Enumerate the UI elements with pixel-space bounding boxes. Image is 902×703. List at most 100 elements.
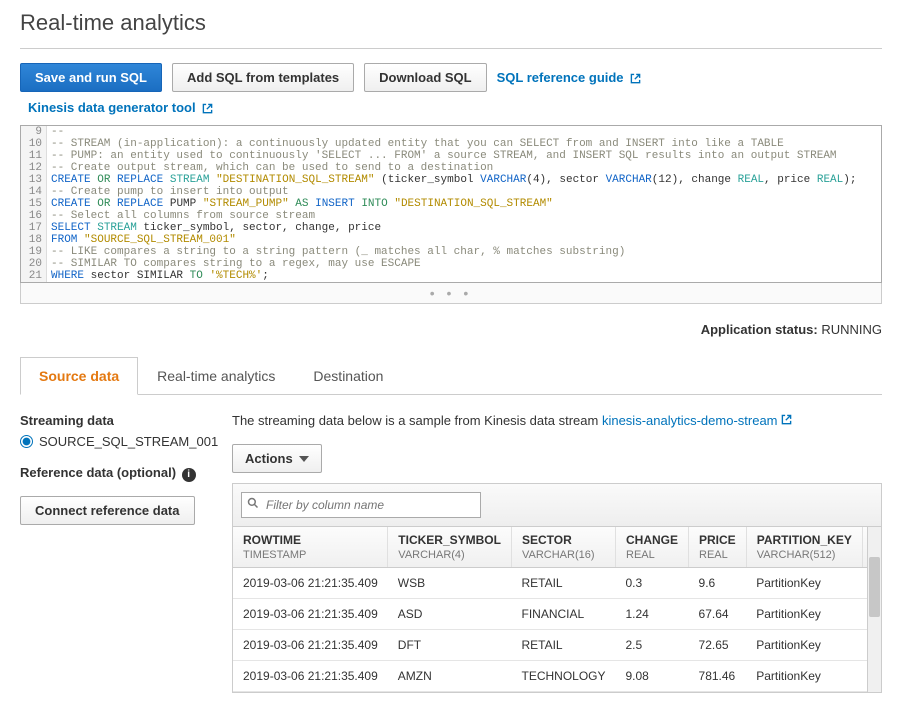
table-cell: AMZN bbox=[388, 661, 512, 692]
code-content[interactable]: -- PUMP: an entity used to continuously … bbox=[47, 150, 837, 162]
add-sql-templates-button[interactable]: Add SQL from templates bbox=[172, 63, 354, 92]
column-header[interactable]: CHANGEREAL bbox=[616, 527, 689, 568]
table-row[interactable]: 2019-03-06 21:21:35.409ASDFINANCIAL1.246… bbox=[233, 599, 881, 630]
table-cell: RETAIL bbox=[511, 568, 615, 599]
editor-line[interactable]: 17SELECT STREAM ticker_symbol, sector, c… bbox=[21, 222, 881, 234]
editor-line[interactable]: 13CREATE OR REPLACE STREAM "DESTINATION_… bbox=[21, 174, 881, 186]
demo-stream-link[interactable]: kinesis-analytics-demo-stream bbox=[602, 413, 792, 428]
table-cell: 9.08 bbox=[616, 661, 689, 692]
actions-dropdown[interactable]: Actions bbox=[232, 444, 322, 473]
table-cell: PartitionKey bbox=[746, 568, 862, 599]
column-type: VARCHAR(512) bbox=[757, 549, 836, 561]
column-type: TIMESTAMP bbox=[243, 549, 306, 561]
column-name: PARTITION_KEY bbox=[757, 533, 852, 547]
stream-radio-row[interactable]: SOURCE_SQL_STREAM_001 bbox=[20, 434, 212, 449]
code-content[interactable]: SELECT STREAM ticker_symbol, sector, cha… bbox=[47, 222, 381, 234]
column-name: SECTOR bbox=[522, 533, 605, 547]
column-type: REAL bbox=[699, 549, 728, 561]
search-icon bbox=[247, 497, 259, 512]
column-name: ROWTIME bbox=[243, 533, 377, 547]
table-cell: PartitionKey bbox=[746, 599, 862, 630]
code-content[interactable]: -- STREAM (in-application): a continuous… bbox=[47, 138, 784, 150]
filter-input[interactable] bbox=[241, 492, 481, 518]
vertical-scrollbar[interactable] bbox=[867, 527, 881, 692]
table-cell: 2.5 bbox=[616, 630, 689, 661]
table-row[interactable]: 2019-03-06 21:21:35.409DFTRETAIL2.572.65… bbox=[233, 630, 881, 661]
tab-real-time-analytics[interactable]: Real-time analytics bbox=[138, 357, 294, 394]
editor-line[interactable]: 10-- STREAM (in-application): a continuo… bbox=[21, 138, 881, 150]
line-number: 18 bbox=[21, 234, 47, 246]
status-value: RUNNING bbox=[821, 322, 882, 337]
external-link-icon bbox=[630, 73, 641, 84]
code-content[interactable]: -- Select all columns from source stream bbox=[47, 210, 315, 222]
sql-editor[interactable]: 9--10-- STREAM (in-application): a conti… bbox=[20, 125, 882, 283]
tab-source-data[interactable]: Source data bbox=[20, 357, 138, 395]
table-cell: DFT bbox=[388, 630, 512, 661]
code-content[interactable]: FROM "SOURCE_SQL_STREAM_001" bbox=[47, 234, 236, 246]
application-status: Application status: RUNNING bbox=[20, 322, 882, 337]
stream-radio[interactable] bbox=[20, 435, 33, 448]
code-content[interactable]: CREATE OR REPLACE PUMP "STREAM_PUMP" AS … bbox=[47, 198, 553, 210]
code-content[interactable]: CREATE OR REPLACE STREAM "DESTINATION_SQ… bbox=[47, 174, 856, 186]
table-cell: 9.6 bbox=[689, 568, 747, 599]
download-sql-button[interactable]: Download SQL bbox=[364, 63, 486, 92]
connect-reference-data-button[interactable]: Connect reference data bbox=[20, 496, 195, 525]
column-header[interactable]: ROWTIME TIMESTAMP bbox=[233, 527, 388, 568]
line-number: 19 bbox=[21, 246, 47, 258]
column-type: VARCHAR(16) bbox=[522, 549, 595, 561]
tab-destination[interactable]: Destination bbox=[294, 357, 402, 394]
save-run-button[interactable]: Save and run SQL bbox=[20, 63, 162, 92]
line-number: 16 bbox=[21, 210, 47, 222]
editor-line[interactable]: 15CREATE OR REPLACE PUMP "STREAM_PUMP" A… bbox=[21, 198, 881, 210]
kinesis-data-generator-link[interactable]: Kinesis data generator tool bbox=[28, 100, 213, 115]
editor-line[interactable]: 18FROM "SOURCE_SQL_STREAM_001" bbox=[21, 234, 881, 246]
code-content[interactable]: -- Create pump to insert into output bbox=[47, 186, 289, 198]
table-cell: 2019-03-06 21:21:35.409 bbox=[233, 630, 388, 661]
actions-label: Actions bbox=[245, 451, 293, 466]
scrollbar-thumb[interactable] bbox=[869, 557, 880, 617]
table-cell: 2019-03-06 21:21:35.409 bbox=[233, 661, 388, 692]
line-number: 13 bbox=[21, 174, 47, 186]
code-content[interactable]: -- LIKE compares a string to a string pa… bbox=[47, 246, 625, 258]
code-content[interactable]: -- Create output stream, which can be us… bbox=[47, 162, 493, 174]
editor-line[interactable]: 16-- Select all columns from source stre… bbox=[21, 210, 881, 222]
column-header[interactable]: TICKER_SYMBOL VARCHAR(4) bbox=[388, 527, 512, 568]
table-cell: 0.3 bbox=[616, 568, 689, 599]
status-label: Application status: bbox=[701, 322, 818, 337]
line-number: 10 bbox=[21, 138, 47, 150]
column-name: PRICE bbox=[699, 533, 736, 547]
column-name: CHANGE bbox=[626, 533, 678, 547]
editor-line[interactable]: 9-- bbox=[21, 126, 881, 138]
table-row[interactable]: 2019-03-06 21:21:35.409AMZNTECHNOLOGY9.0… bbox=[233, 661, 881, 692]
code-content[interactable]: -- bbox=[47, 126, 64, 138]
column-header[interactable]: PARTITION_KEY VARCHAR(512) bbox=[746, 527, 862, 568]
line-number: 21 bbox=[21, 270, 47, 282]
info-icon[interactable]: i bbox=[182, 468, 196, 482]
line-number: 11 bbox=[21, 150, 47, 162]
editor-line[interactable]: 21WHERE sector SIMILAR TO '%TECH%'; bbox=[21, 270, 881, 282]
editor-line[interactable]: 19-- LIKE compares a string to a string … bbox=[21, 246, 881, 258]
code-content[interactable]: WHERE sector SIMILAR TO '%TECH%'; bbox=[47, 270, 269, 282]
external-link-icon bbox=[202, 103, 213, 114]
sql-reference-link[interactable]: SQL reference guide bbox=[497, 70, 642, 85]
column-type: VARCHAR(4) bbox=[398, 549, 464, 561]
chevron-down-icon bbox=[299, 456, 309, 462]
column-header[interactable]: SECTOR VARCHAR(16) bbox=[511, 527, 615, 568]
editor-line[interactable]: 11-- PUMP: an entity used to continuousl… bbox=[21, 150, 881, 162]
column-header[interactable]: PRICE REAL bbox=[689, 527, 747, 568]
table-cell: RETAIL bbox=[511, 630, 615, 661]
line-number: 17 bbox=[21, 222, 47, 234]
sample-description: The streaming data below is a sample fro… bbox=[232, 413, 882, 428]
demo-stream-label: kinesis-analytics-demo-stream bbox=[602, 413, 778, 428]
column-name: TICKER_SYMBOL bbox=[398, 533, 501, 547]
editor-line[interactable]: 12-- Create output stream, which can be … bbox=[21, 162, 881, 174]
code-content[interactable]: -- SIMILAR TO compares string to a regex… bbox=[47, 258, 421, 270]
editor-line[interactable]: 20-- SIMILAR TO compares string to a reg… bbox=[21, 258, 881, 270]
table-cell: 2019-03-06 21:21:35.409 bbox=[233, 568, 388, 599]
editor-line[interactable]: 14-- Create pump to insert into output bbox=[21, 186, 881, 198]
table-row[interactable]: 2019-03-06 21:21:35.409WSBRETAIL0.39.6Pa… bbox=[233, 568, 881, 599]
table-cell: TECHNOLOGY bbox=[511, 661, 615, 692]
stream-name: SOURCE_SQL_STREAM_001 bbox=[39, 434, 218, 449]
line-number: 12 bbox=[21, 162, 47, 174]
resize-handle[interactable]: • • • bbox=[20, 283, 882, 304]
